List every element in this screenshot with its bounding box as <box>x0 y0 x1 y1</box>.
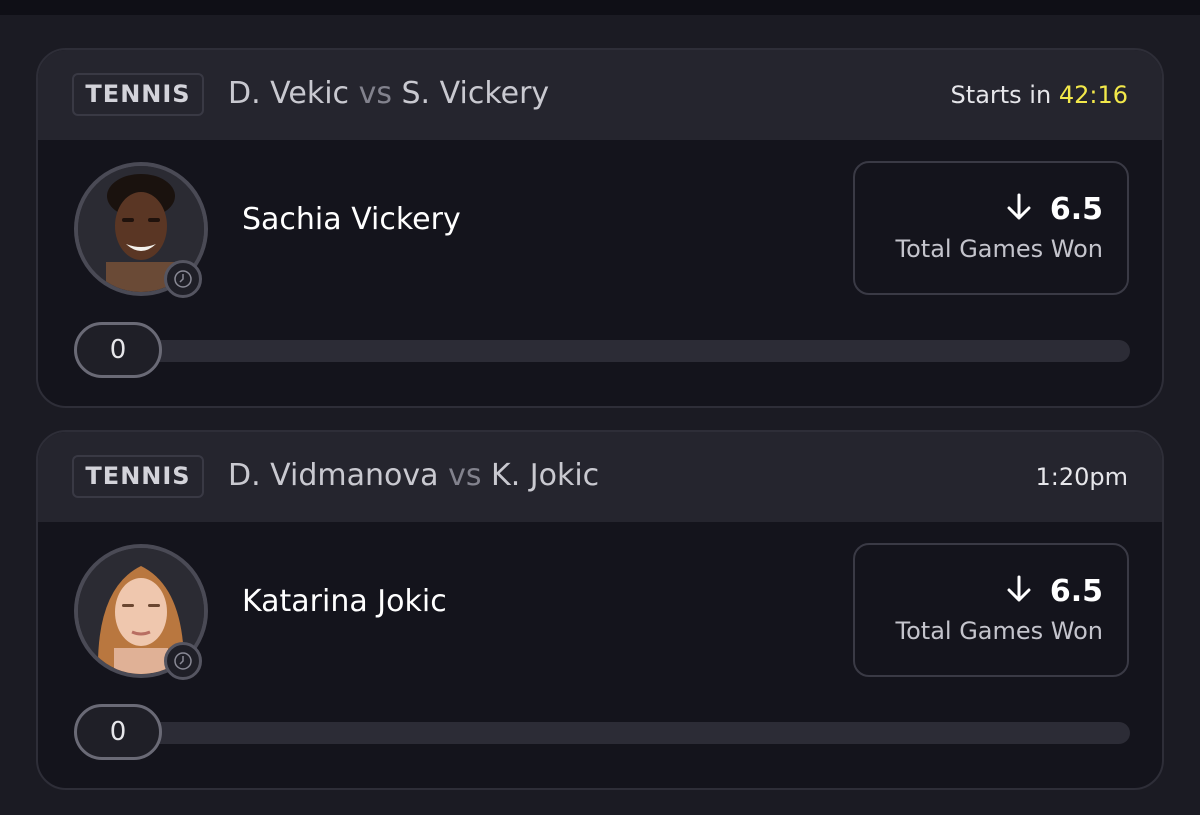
team-a-name: D. Vekic <box>228 76 350 111</box>
start-prefix: Starts in <box>950 81 1052 109</box>
matchup-title: D. Vekic vs S. Vickery <box>228 74 549 114</box>
start-time-value: 1:20pm <box>1035 463 1128 491</box>
vs-label: vs <box>448 458 482 493</box>
top-bar <box>0 0 1200 15</box>
arrow-down-icon <box>1006 192 1032 226</box>
prop-value: 6.5 <box>1049 191 1103 227</box>
clock-icon <box>164 642 202 680</box>
team-b-name: K. Jokic <box>491 458 600 493</box>
vs-label: vs <box>358 76 392 111</box>
clock-icon <box>164 260 202 298</box>
card-header: TENNIS D. Vidmanova vs K. Jokic 1:20pm <box>38 432 1162 522</box>
sport-badge: TENNIS <box>72 73 204 116</box>
arrow-down-icon <box>1006 574 1032 608</box>
progress-track <box>122 722 1130 744</box>
progress-counter: 0 <box>74 704 162 760</box>
start-time: Starts in 42:16 <box>951 78 1128 112</box>
prop-label: Total Games Won <box>895 235 1103 263</box>
prop-line: 6.5 <box>1006 187 1103 231</box>
player-name: Katarina Jokic <box>242 584 447 619</box>
team-a-name: D. Vidmanova <box>228 458 439 493</box>
prop-line-button[interactable]: 6.5 Total Games Won <box>853 161 1129 295</box>
countdown: 42:16 <box>1058 81 1128 109</box>
progress-counter: 0 <box>74 322 162 378</box>
prop-label: Total Games Won <box>895 617 1103 645</box>
prop-value: 6.5 <box>1049 573 1103 609</box>
prop-line-button[interactable]: 6.5 Total Games Won <box>853 543 1129 677</box>
matchup-title: D. Vidmanova vs K. Jokic <box>228 456 599 496</box>
card-header: TENNIS D. Vekic vs S. Vickery Starts in … <box>38 50 1162 140</box>
prop-card[interactable]: TENNIS D. Vekic vs S. Vickery Starts in … <box>36 48 1164 408</box>
prop-card[interactable]: TENNIS D. Vidmanova vs K. Jokic 1:20pm K… <box>36 430 1164 790</box>
prop-line: 6.5 <box>1006 569 1103 613</box>
start-time: 1:20pm <box>1035 460 1128 494</box>
player-name: Sachia Vickery <box>242 202 461 237</box>
team-b-name: S. Vickery <box>401 76 550 111</box>
progress-track <box>122 340 1130 362</box>
sport-badge: TENNIS <box>72 455 204 498</box>
